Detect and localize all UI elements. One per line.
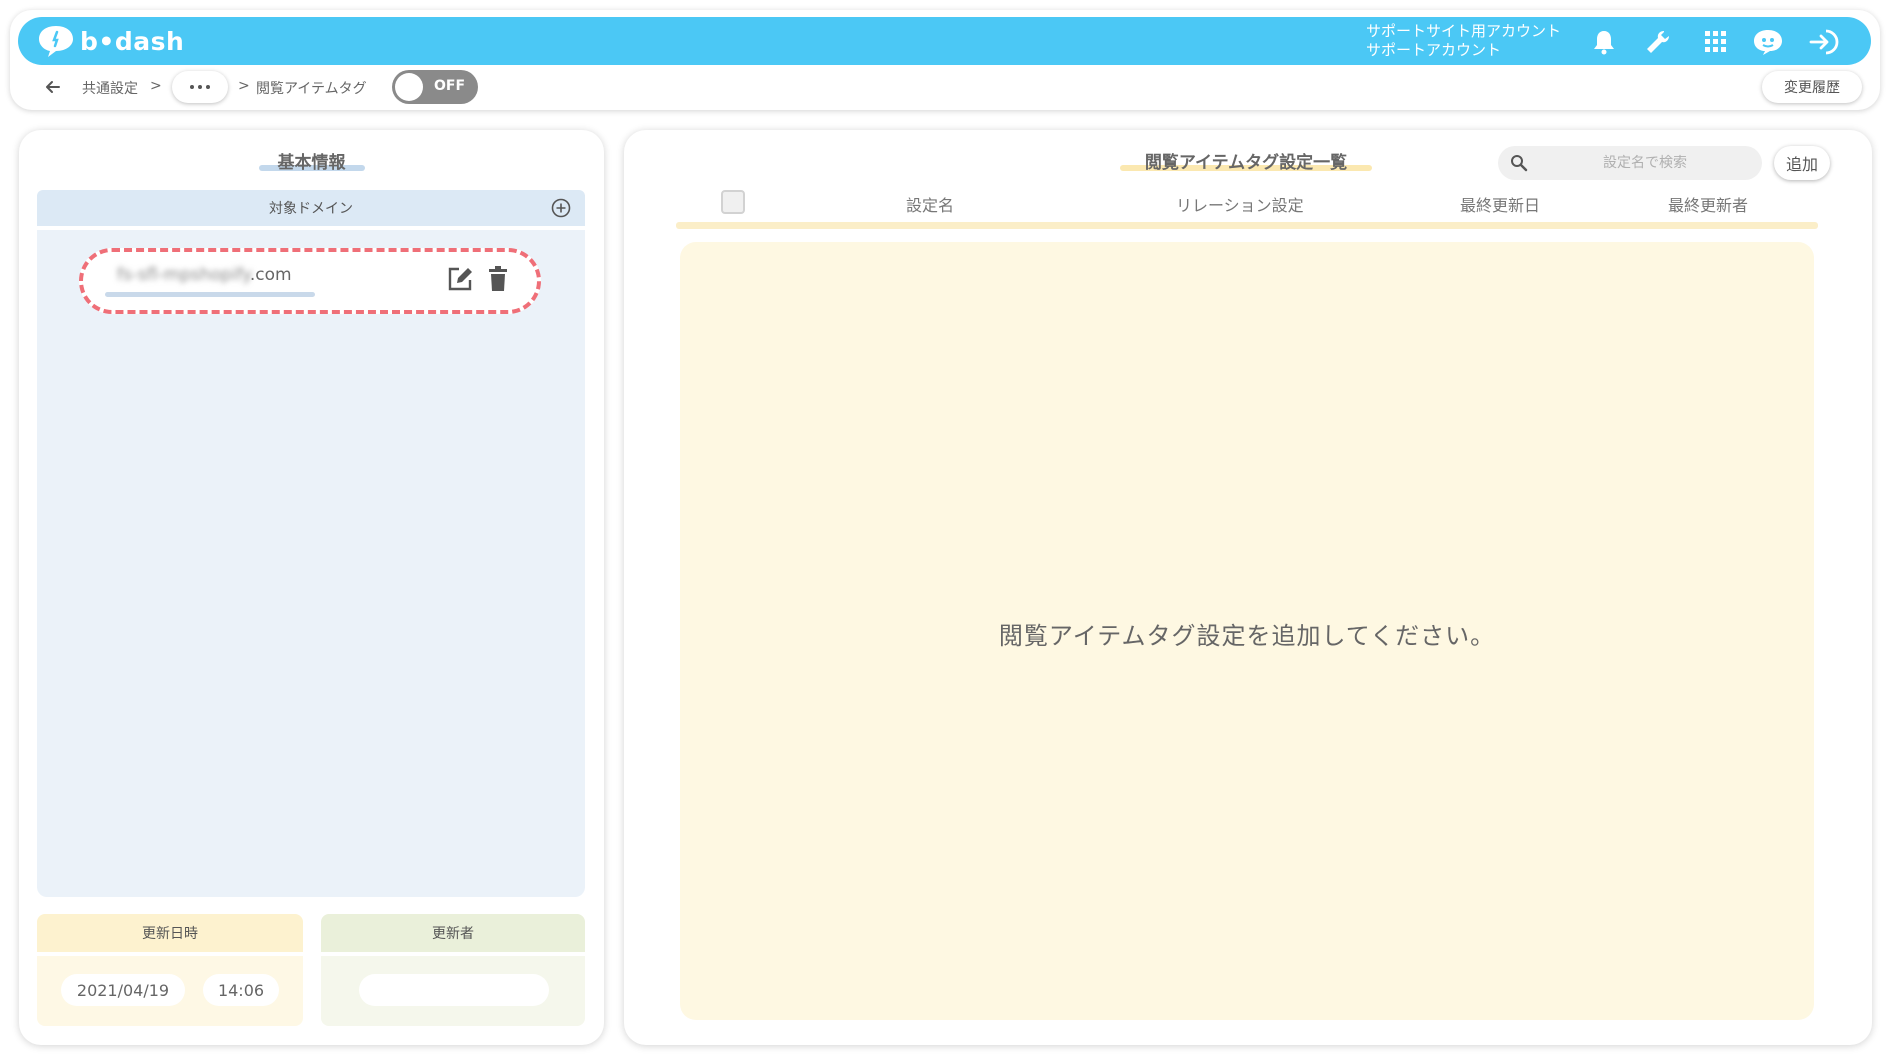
domain-value: fs-sfl-mpshopify.com <box>117 265 292 285</box>
column-header-relation[interactable]: リレーション設定 <box>1176 192 1304 216</box>
add-domain-icon[interactable] <box>551 198 571 218</box>
top-bar: b•dash サポートサイト用アカウント サポートアカウント <box>18 17 1871 65</box>
search-input[interactable] <box>1538 146 1752 180</box>
target-domain-header: 対象ドメイン <box>37 190 585 226</box>
empty-message: 閲覧アイテムタグ設定を追加してください。 <box>998 622 1496 650</box>
edit-icon[interactable] <box>445 264 475 294</box>
target-domain-label: 対象ドメイン <box>269 201 353 217</box>
updated-date: 2021/04/19 <box>61 974 185 1006</box>
toggle-label: OFF <box>434 78 466 94</box>
breadcrumb-common-settings[interactable]: 共通設定 <box>82 78 138 98</box>
dot <box>198 85 202 89</box>
column-header-last-updated[interactable]: 最終更新日 <box>1460 192 1540 216</box>
apps-grid-icon[interactable] <box>1700 26 1732 58</box>
change-history-button[interactable]: 変更履歴 <box>1762 71 1862 103</box>
top-header-card: b•dash サポートサイト用アカウント サポートアカウント 共通設定 > > … <box>10 10 1880 110</box>
enable-toggle[interactable]: OFF <box>392 70 478 104</box>
logo-bubble-icon <box>39 26 73 57</box>
account-user-name: サポートアカウント <box>1366 41 1502 59</box>
add-button[interactable]: 追加 <box>1774 146 1830 180</box>
logo-text: b•dash <box>80 26 185 56</box>
updated-at-body: 2021/04/19 14:06 <box>37 956 303 1026</box>
item-tag-list-title: 閲覧アイテムタグ設定一覧 <box>1144 153 1348 173</box>
logout-icon[interactable] <box>1808 26 1840 58</box>
basic-info-card: 基本情報 対象ドメイン fs-sfl-mpshopify.com 更新日時 20… <box>19 130 604 1045</box>
navigation-row: 共通設定 > > 閲覧アイテムタグ OFF 変更履歴 <box>10 70 1880 106</box>
support-bot-icon[interactable] <box>1752 26 1784 58</box>
breadcrumb-current-page: 閲覧アイテムタグ <box>256 81 367 97</box>
breadcrumb-more-button[interactable] <box>172 71 228 103</box>
account-site-name: サポートサイト用アカウント <box>1366 22 1562 40</box>
updated-time: 14:06 <box>203 974 279 1006</box>
search-box <box>1498 146 1762 180</box>
breadcrumb-separator: > <box>238 78 250 94</box>
column-header-setting-name[interactable]: 設定名 <box>906 192 954 216</box>
domain-list: fs-sfl-mpshopify.com <box>37 230 585 897</box>
updater-header: 更新者 <box>321 914 585 952</box>
dot <box>206 85 210 89</box>
domain-suffix: .com <box>249 265 292 285</box>
domain-blurred-part: fs-sfl-mpshopify <box>117 265 250 285</box>
select-all-checkbox[interactable] <box>721 190 745 214</box>
domain-list-item[interactable]: fs-sfl-mpshopify.com <box>79 248 541 314</box>
notification-bell-icon[interactable] <box>1588 26 1620 58</box>
account-info[interactable]: サポートサイト用アカウント サポートアカウント <box>1366 22 1561 60</box>
table-header-underline <box>676 222 1818 229</box>
domain-underline <box>105 292 315 297</box>
trash-icon[interactable] <box>487 265 509 293</box>
updater-body <box>321 956 585 1026</box>
updated-at-header: 更新日時 <box>37 914 303 952</box>
wrench-settings-icon[interactable] <box>1642 26 1674 58</box>
logo[interactable]: b•dash <box>36 23 184 59</box>
empty-list-area: 閲覧アイテムタグ設定を追加してください。 <box>680 242 1814 1020</box>
dot <box>190 85 194 89</box>
column-header-last-updater[interactable]: 最終更新者 <box>1668 192 1748 216</box>
search-icon <box>1510 154 1528 172</box>
toggle-knob <box>395 73 423 101</box>
back-arrow-icon[interactable] <box>40 74 66 100</box>
breadcrumb-separator: > <box>150 78 162 94</box>
updater-value <box>359 974 549 1006</box>
item-tag-list-card: 閲覧アイテムタグ設定一覧 追加 設定名 リレーション設定 最終更新日 最終更新者… <box>624 130 1872 1045</box>
basic-info-title: 基本情報 <box>277 153 346 173</box>
